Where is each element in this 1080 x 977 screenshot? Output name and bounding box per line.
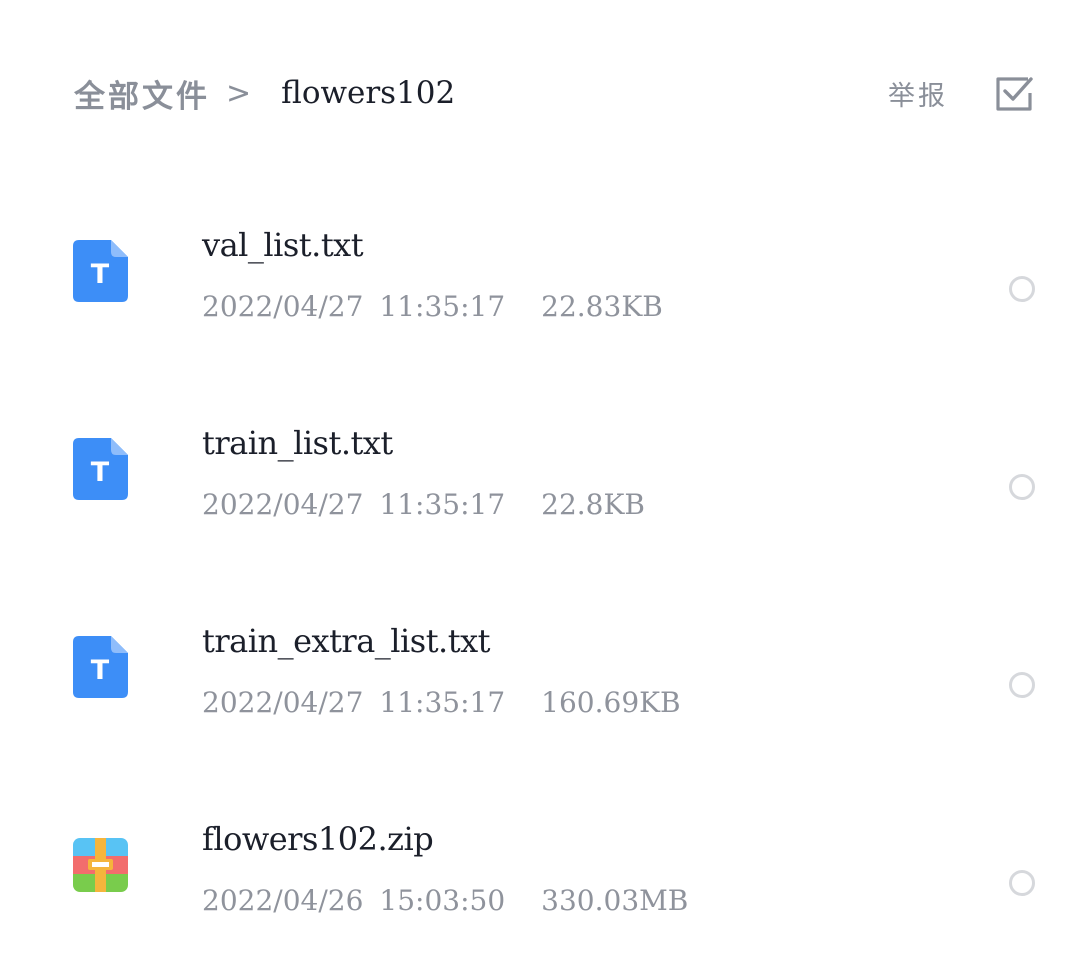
file-date: 2022/04/27	[202, 290, 364, 323]
file-date: 2022/04/27	[202, 686, 364, 719]
file-row[interactable]: flowers102.zip 2022/04/26 15:03:50 330.03M…	[0, 774, 1080, 972]
top-bar: 全部文件 > flowers102 举报	[0, 0, 1080, 180]
file-row[interactable]: T train_extra_list.txt 2022/04/27 11:35:1…	[0, 576, 1080, 774]
file-list: T val_list.txt 2022/04/27 11:35:17 22.83KB…	[0, 180, 1080, 972]
text-file-icon: T	[73, 240, 128, 302]
file-date: 2022/04/27	[202, 488, 364, 521]
select-radio[interactable]	[1009, 870, 1035, 896]
file-date: 2022/04/26	[202, 884, 364, 917]
file-meta: 2022/04/26 15:03:50 330.03MB	[202, 884, 688, 917]
file-row[interactable]: T train_list.txt 2022/04/27 11:35:17 22.8K…	[0, 378, 1080, 576]
checkbox-check-icon	[996, 77, 1033, 111]
file-meta: 2022/04/27 11:35:17 160.69KB	[202, 686, 681, 719]
file-size: 22.83KB	[541, 290, 663, 323]
file-icon-letter: T	[91, 259, 110, 290]
file-name: flowers102.zip	[202, 820, 434, 858]
file-time: 11:35:17	[379, 686, 506, 719]
file-meta: 2022/04/27 11:35:17 22.8KB	[202, 488, 645, 521]
breadcrumb-root-link[interactable]: 全部文件	[74, 71, 210, 116]
file-icon-letter: T	[91, 655, 110, 686]
select-radio[interactable]	[1009, 474, 1035, 500]
zip-archive-icon	[73, 834, 128, 896]
file-row[interactable]: T val_list.txt 2022/04/27 11:35:17 22.83KB	[0, 180, 1080, 378]
file-size: 22.8KB	[541, 488, 645, 521]
file-time: 15:03:50	[379, 884, 506, 917]
text-file-icon: T	[73, 438, 128, 500]
file-meta: 2022/04/27 11:35:17 22.83KB	[202, 290, 663, 323]
file-icon-letter: T	[91, 457, 110, 488]
file-name: val_list.txt	[202, 226, 364, 264]
file-name: train_extra_list.txt	[202, 622, 490, 660]
file-size: 160.69KB	[541, 686, 681, 719]
file-name: train_list.txt	[202, 424, 393, 462]
file-time: 11:35:17	[379, 290, 506, 323]
breadcrumb: 全部文件 > flowers102	[74, 70, 455, 116]
breadcrumb-separator: >	[226, 75, 252, 111]
text-file-icon: T	[73, 636, 128, 698]
file-time: 11:35:17	[379, 488, 506, 521]
breadcrumb-current-folder: flowers102	[281, 75, 456, 111]
report-button[interactable]: 举报	[888, 74, 948, 113]
select-radio[interactable]	[1009, 672, 1035, 698]
select-all-button[interactable]	[994, 73, 1034, 113]
file-size: 330.03MB	[541, 884, 689, 917]
select-radio[interactable]	[1009, 276, 1035, 302]
